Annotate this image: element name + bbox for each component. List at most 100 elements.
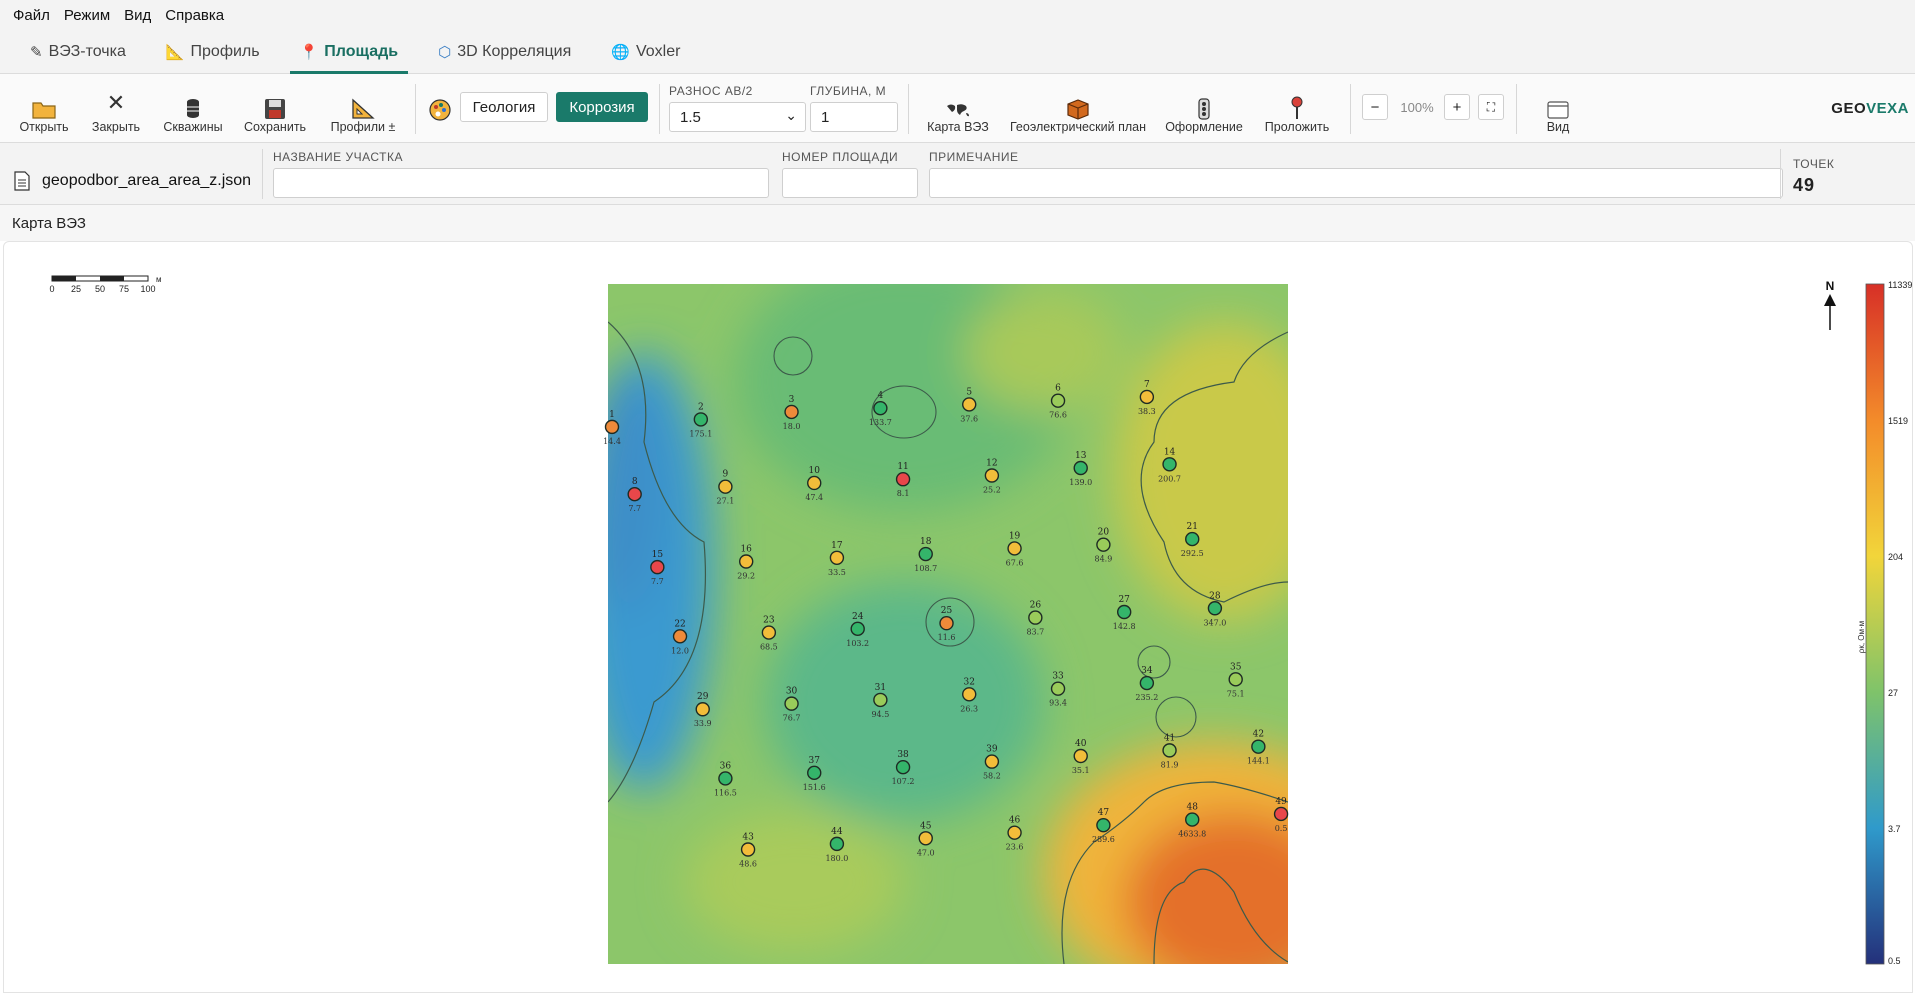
geo-plan-label: Геоэлектрический план — [1010, 120, 1146, 134]
ves-point-marker[interactable] — [1185, 531, 1200, 547]
close-button[interactable]: ✕ Закрыть — [88, 80, 144, 138]
zoom-in-button[interactable]: + — [1444, 94, 1470, 120]
ves-point-marker[interactable] — [807, 475, 822, 491]
ves-point-marker[interactable] — [1116, 604, 1132, 620]
ves-point-marker[interactable] — [1073, 748, 1088, 764]
ruler-icon: 📐 — [165, 43, 185, 61]
ves-point-marker[interactable] — [718, 771, 733, 786]
ves-point-marker[interactable] — [738, 554, 754, 569]
ves-point-marker[interactable] — [807, 765, 822, 781]
ab-select[interactable]: 1.5 ⌄ — [669, 102, 806, 132]
depth-input[interactable]: 1 — [810, 102, 898, 132]
ves-point-marker[interactable] — [1228, 672, 1243, 687]
wells-button[interactable]: Скважины — [160, 80, 226, 138]
ves-map-button[interactable]: Карта ВЭЗ — [920, 80, 996, 138]
ves-point-marker[interactable] — [962, 397, 977, 412]
ves-point-marker[interactable] — [1207, 601, 1223, 616]
ves-point-marker[interactable] — [1185, 812, 1200, 827]
menu-file[interactable]: Файл — [6, 7, 57, 24]
ves-point-marker[interactable] — [695, 702, 710, 717]
mode-tabs: ✎ ВЭЗ-точка 📐 Профиль 📍 Площадь ⬡ 3D Кор… — [0, 30, 1915, 74]
ves-point-marker[interactable] — [984, 468, 1000, 483]
save-button[interactable]: Сохранить — [242, 80, 308, 138]
ves-point[interactable]: 157.7 — [650, 550, 665, 586]
ves-point-marker[interactable] — [1028, 610, 1043, 625]
tab-profile[interactable]: 📐 Профиль — [146, 30, 280, 74]
ves-point-marker[interactable] — [1162, 457, 1177, 472]
ves-point-marker[interactable] — [693, 412, 709, 427]
ves-point-marker[interactable] — [1050, 681, 1066, 696]
menu-help[interactable]: Справка — [158, 7, 231, 24]
open-button[interactable]: Открыть — [14, 80, 74, 138]
menu-view[interactable]: Вид — [117, 7, 158, 24]
ves-point-id: 43 — [742, 832, 754, 842]
ves-point-id: 2 — [698, 402, 704, 412]
ves-point[interactable]: 490.5 — [1273, 797, 1289, 833]
ves-point-marker[interactable] — [1162, 743, 1177, 758]
tab-voxler[interactable]: 🌐 Voxler — [591, 30, 700, 74]
tab-3d-correlation[interactable]: ⬡ 3D Корреляция — [418, 30, 591, 74]
ves-point-id: 47 — [1098, 808, 1110, 818]
ves-point-marker[interactable] — [604, 419, 620, 435]
geology-button[interactable]: Геология — [460, 92, 548, 122]
corrosion-button[interactable]: Коррозия — [556, 92, 648, 122]
menu-bar: Файл Режим Вид Справка — [0, 0, 1915, 30]
view-button[interactable]: Вид — [1532, 80, 1584, 138]
ves-point-marker[interactable] — [895, 472, 911, 487]
ves-point-id: 26 — [1030, 601, 1042, 611]
design-button[interactable]: Оформление — [1160, 80, 1248, 138]
view-label: Вид — [1546, 120, 1570, 134]
ves-point-value: 180.0 — [825, 854, 848, 863]
profiles-button[interactable]: Профили ± — [326, 80, 400, 138]
ves-point-marker[interactable] — [1139, 675, 1155, 691]
tab-ves-point[interactable]: ✎ ВЭЗ-точка — [10, 30, 146, 74]
depth-label: ГЛУБИНА, М — [810, 84, 887, 98]
ves-point-marker[interactable] — [784, 696, 799, 711]
ves-point-marker[interactable] — [784, 404, 799, 420]
north-label: N — [1826, 279, 1835, 293]
ves-point-marker[interactable] — [1273, 806, 1289, 822]
ves-point-marker[interactable] — [895, 760, 911, 775]
ves-point[interactable]: 118.1 — [895, 462, 911, 498]
ves-point-marker[interactable] — [873, 400, 888, 416]
ves-point-marker[interactable] — [1007, 825, 1022, 840]
ves-map[interactable]: 0 25 50 75 100 м N 11339 1519 204 27 3.7… — [4, 242, 1912, 992]
ves-point-marker[interactable] — [873, 692, 888, 708]
palette-icon[interactable] — [428, 98, 452, 125]
ves-point-marker[interactable] — [984, 754, 1000, 769]
ves-point-value: 133.7 — [869, 418, 892, 427]
ves-point-marker[interactable] — [1251, 739, 1266, 754]
area-number-input[interactable] — [782, 168, 918, 198]
tab-area[interactable]: 📍 Площадь — [280, 30, 419, 74]
ves-point-marker[interactable] — [1050, 393, 1066, 408]
ves-point-marker[interactable] — [740, 842, 756, 857]
ves-point-marker[interactable] — [1007, 541, 1022, 556]
ves-point-id: 22 — [674, 619, 685, 629]
ves-point-marker[interactable] — [1096, 537, 1111, 552]
apply-button[interactable]: Проложить — [1262, 80, 1332, 138]
geo-plan-button[interactable]: Геоэлектрический план — [1008, 80, 1148, 138]
globe-icon: 🌐 — [611, 43, 630, 61]
ves-point-marker[interactable] — [918, 546, 933, 562]
area-name-input[interactable] — [273, 168, 769, 198]
ves-point-marker[interactable] — [1096, 817, 1111, 833]
ves-point-marker[interactable] — [829, 550, 845, 565]
zoom-out-button[interactable]: − — [1362, 94, 1388, 120]
ves-point-marker[interactable] — [918, 831, 933, 846]
map-pin-icon — [1291, 96, 1303, 119]
ves-point-marker[interactable] — [962, 687, 977, 702]
ves-point-marker[interactable] — [829, 836, 845, 852]
ves-point-marker[interactable] — [1139, 389, 1155, 405]
note-input[interactable] — [929, 168, 1783, 198]
ves-point-marker[interactable] — [627, 486, 642, 502]
ves-point-marker[interactable] — [761, 625, 777, 640]
ves-point-marker[interactable] — [850, 621, 865, 637]
ves-point-marker[interactable] — [718, 479, 733, 494]
fit-view-button[interactable]: ⛶ — [1478, 94, 1504, 120]
menu-mode[interactable]: Режим — [57, 7, 117, 24]
ves-point-value: 142.8 — [1113, 622, 1136, 631]
ves-point-marker[interactable] — [939, 616, 954, 631]
ves-point-marker[interactable] — [1073, 460, 1088, 476]
ves-point-marker[interactable] — [650, 559, 665, 575]
ves-point-marker[interactable] — [672, 629, 688, 644]
